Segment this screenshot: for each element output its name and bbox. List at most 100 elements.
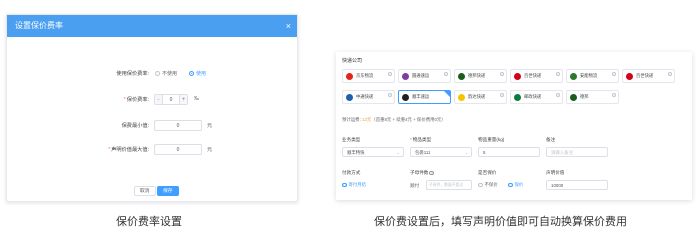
- rate-unit: ‰: [194, 96, 199, 102]
- radio-circle-icon: [612, 93, 616, 97]
- radio-checked-icon: [508, 182, 513, 188]
- carrier-logo-icon: [402, 72, 409, 80]
- carrier-option[interactable]: 中通快递: [342, 90, 395, 104]
- carrier-option[interactable]: 安能物流: [566, 69, 619, 83]
- min-fee-input[interactable]: 0: [154, 120, 202, 131]
- radio-not-use-label: 不使用: [162, 71, 178, 77]
- declared-value-input[interactable]: 10000: [546, 180, 608, 190]
- sub-prefix: 顺付: [410, 183, 420, 188]
- radio-use-label: 使用: [196, 71, 207, 77]
- estimated-fee-line: 预计运费: 12元（首重8元 + 续重4元 + 保价费用0元）: [342, 117, 446, 123]
- fee-prefix: 预计运费:: [342, 117, 363, 122]
- carrier-name: 圆通速运: [412, 73, 430, 78]
- carrier-option[interactable]: 德邦快递: [454, 69, 507, 83]
- carrier-logo-icon: [626, 72, 633, 80]
- payment-option-label: 寄付月结: [348, 182, 367, 187]
- radio-use[interactable]: 使用: [189, 70, 206, 77]
- declared-max-row: *声明价值最大值: 0 元: [7, 143, 299, 157]
- item-type-label-text: 物品类型: [412, 137, 432, 142]
- shipping-form-panel: 快递公司 京东物流 圆通速运 德邦快递 百世快递 安能物流 百世快递 中通快递: [336, 52, 692, 200]
- declared-max-unit: 元: [207, 147, 213, 153]
- rate-value[interactable]: 0: [163, 95, 179, 104]
- fee-amount: 12元: [362, 117, 372, 122]
- carrier-logo-icon: [570, 93, 577, 101]
- item-weight-input[interactable]: 5: [478, 147, 540, 157]
- remark-input[interactable]: 请输入备注: [546, 147, 608, 157]
- radio-circle-icon: [668, 72, 672, 76]
- insured-label-text: 保价: [514, 182, 524, 187]
- check-corner-icon: [444, 91, 450, 97]
- increment-button[interactable]: +: [179, 95, 187, 104]
- radio-not-insured[interactable]: 不保价: [478, 182, 498, 188]
- carrier-option[interactable]: 韵达快递: [454, 90, 507, 104]
- carrier-name: 京东物流: [356, 73, 374, 78]
- carrier-logo-icon: [402, 93, 409, 101]
- insurance-rate-dialog: 设置保价费率 × 使用保价费率: 不使用 使用 *保价费率: - 0 + ‰ 保…: [6, 14, 298, 202]
- radio-circle-icon: [444, 72, 448, 76]
- carrier-option[interactable]: 圆通速运: [398, 69, 451, 83]
- business-type-select[interactable]: 顺丰特快 ⌄: [342, 147, 404, 157]
- not-insured-label: 不保价: [484, 182, 498, 187]
- remark-placeholder: 请输入备注: [551, 150, 573, 155]
- carrier-name: 顺丰速运: [412, 94, 430, 99]
- business-type-value: 顺丰特快: [347, 150, 365, 155]
- cancel-button[interactable]: 取消: [134, 186, 156, 196]
- carrier-logo-icon: [514, 72, 521, 80]
- radio-checked-icon: [189, 71, 194, 76]
- radio-circle-icon: [500, 72, 504, 76]
- declared-max-input[interactable]: 0: [154, 144, 202, 155]
- carrier-option[interactable]: 百世快递: [510, 69, 563, 83]
- declared-value-label: 声明价值: [546, 170, 565, 175]
- carrier-name: 中通快递: [356, 94, 374, 99]
- carrier-name: 安能物流: [580, 73, 598, 78]
- sub-count-label: 子母件数?: [410, 170, 434, 176]
- required-mark: *: [123, 97, 126, 103]
- rate-stepper[interactable]: - 0 +: [154, 94, 188, 105]
- sub-count-input[interactable]: 子母件，数量不超过: [426, 180, 472, 190]
- chevron-down-icon: ⌄: [396, 150, 400, 155]
- carrier-option[interactable]: 京东物流: [342, 69, 395, 83]
- required-mark: *: [108, 147, 111, 153]
- help-icon[interactable]: ?: [429, 170, 434, 175]
- carrier-logo-icon: [346, 72, 353, 80]
- close-icon[interactable]: ×: [286, 15, 291, 37]
- radio-not-use[interactable]: 不使用: [155, 70, 177, 77]
- decrement-button[interactable]: -: [155, 95, 163, 104]
- min-fee-row: 保费最小值: 0 元: [7, 119, 299, 133]
- carrier-logo-icon: [346, 93, 353, 101]
- rate-label-text: 保价费率:: [126, 97, 149, 103]
- item-type-label: *物品类型: [410, 137, 431, 143]
- radio-circle-icon: [556, 72, 560, 76]
- insured-label: 是否保价: [478, 170, 497, 175]
- carrier-name: 德邦: [580, 94, 589, 99]
- radio-circle-icon: [612, 72, 616, 76]
- min-fee-label: 保费最小值:: [121, 123, 149, 129]
- carrier-logo-icon: [570, 72, 577, 80]
- min-fee-unit: 元: [207, 123, 213, 129]
- declared-max-label-text: 声明价值最大值:: [111, 147, 149, 153]
- use-rate-row: 使用保价费率: 不使用 使用: [7, 67, 299, 81]
- carrier-option-selected[interactable]: 顺丰速运: [398, 90, 451, 104]
- carrier-section-title: 快递公司: [342, 58, 363, 64]
- radio-circle-icon: [478, 182, 483, 188]
- payment-radio[interactable]: 寄付月结: [342, 182, 366, 188]
- left-caption: 保价费率设置: [116, 216, 182, 228]
- radio-circle-icon: [155, 71, 160, 76]
- carrier-option[interactable]: 德邦: [566, 90, 619, 104]
- radio-circle-icon: [388, 93, 392, 97]
- declared-value: 10000: [551, 183, 564, 188]
- radio-insured[interactable]: 保价: [508, 182, 523, 188]
- carrier-logo-icon: [458, 93, 465, 101]
- carrier-name: 百世快递: [636, 73, 654, 78]
- item-type-select[interactable]: 包裹111 ⌄: [410, 147, 472, 157]
- declared-max-label: *声明价值最大值:: [108, 146, 149, 153]
- radio-circle-icon: [388, 72, 392, 76]
- required-mark: *: [410, 137, 412, 142]
- carrier-option[interactable]: 邮政快递: [510, 90, 563, 104]
- carrier-name: 邮政快递: [524, 94, 542, 99]
- carrier-name: 德邦快递: [468, 73, 486, 78]
- rate-row: *保价费率: - 0 + ‰: [7, 93, 299, 107]
- save-button[interactable]: 保存: [157, 186, 179, 196]
- carrier-option[interactable]: 百世快递: [622, 69, 675, 83]
- use-rate-label: 使用保价费率:: [116, 71, 149, 77]
